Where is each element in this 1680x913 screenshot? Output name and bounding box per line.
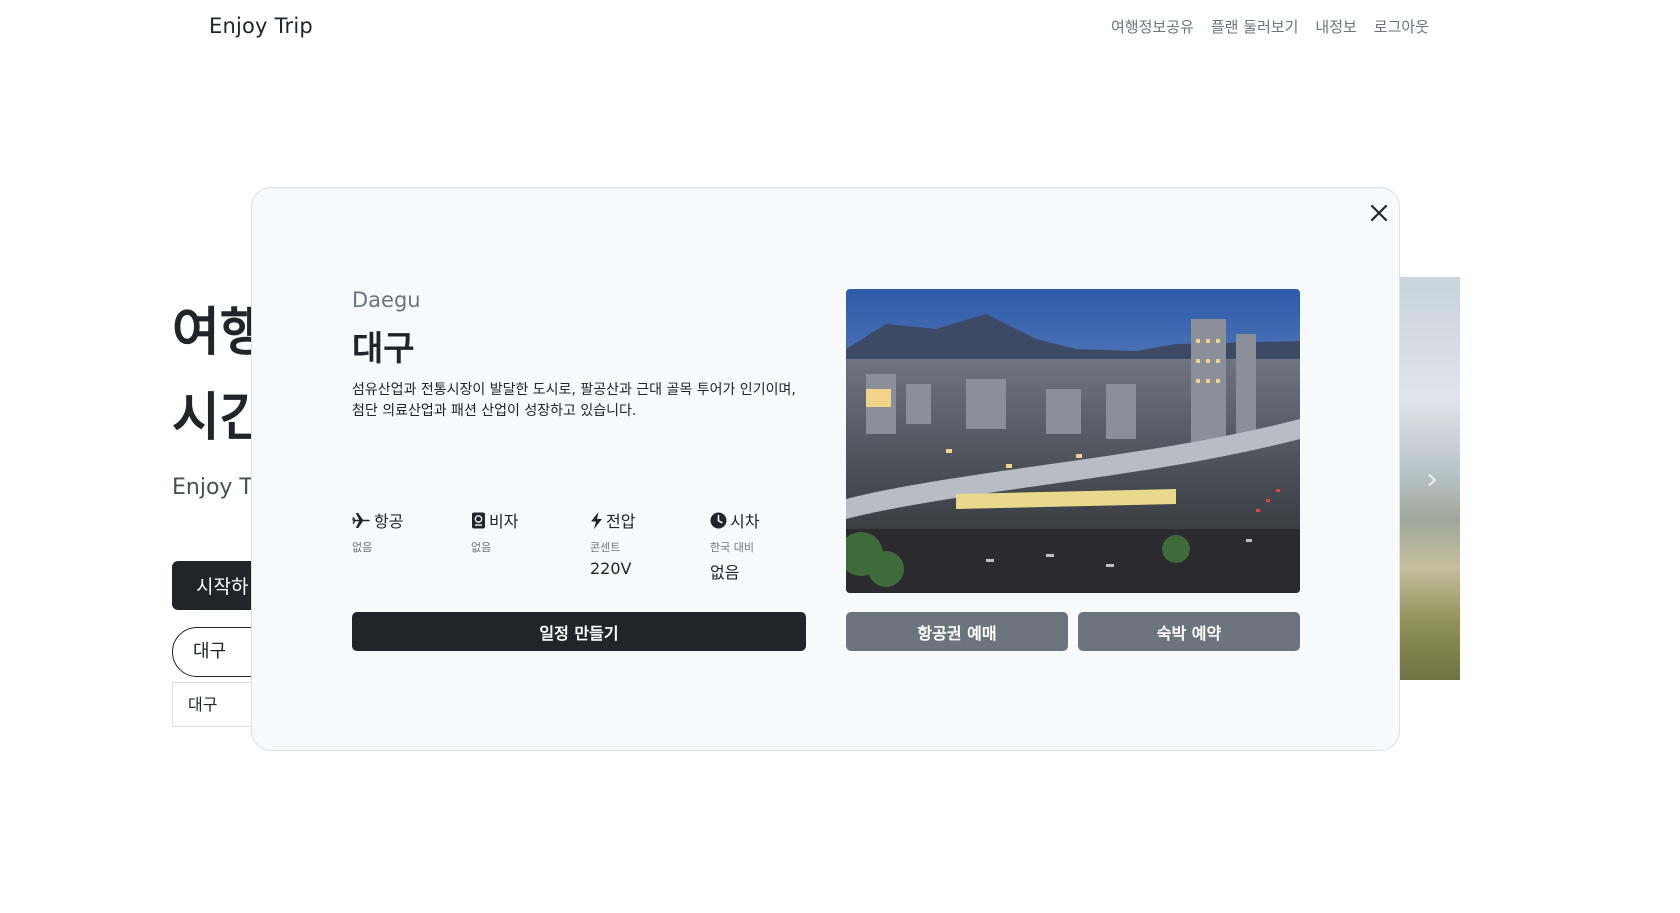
city-name-korean: 대구 <box>352 329 415 369</box>
book-flight-button[interactable]: 항공권 예매 <box>846 612 1068 651</box>
info-voltage-sub: 콘센트 <box>590 541 621 554</box>
nav-item-logout[interactable]: 로그아웃 <box>1374 16 1429 37</box>
info-visa-sub: 없음 <box>471 541 492 554</box>
city-description-line1: 섬유산업과 전통시장이 발달한 도시로, 팔공산과 근대 골목 투어가 인기이며… <box>352 382 796 398</box>
info-timezone-value: 없음 <box>710 563 740 582</box>
city-name-english: Daegu <box>352 288 421 312</box>
info-flight-sub: 없음 <box>352 541 373 554</box>
top-navbar: Enjoy Trip 여행정보공유 플랜 둘러보기 내정보 로그아웃 <box>0 0 1680 56</box>
lightning-icon <box>591 511 602 529</box>
info-visa: 비자 없음 <box>471 509 581 555</box>
nav-item-share[interactable]: 여행정보공유 <box>1111 16 1194 37</box>
create-plan-button[interactable]: 일정 만들기 <box>352 612 806 651</box>
city-description-line2: 첨단 의료산업과 패션 산업이 성장하고 있습니다. <box>352 403 637 419</box>
info-timezone: 시차 한국 대비 없음 <box>710 509 820 583</box>
passport-icon <box>472 512 485 528</box>
info-flight-label: 항공 <box>374 512 404 531</box>
city-description: 섬유산업과 전통시장이 발달한 도시로, 팔공산과 근대 골목 투어가 인기이며… <box>352 380 822 422</box>
clock-icon <box>710 512 727 528</box>
nav-item-my-info[interactable]: 내정보 <box>1315 16 1356 37</box>
city-photo <box>846 289 1300 593</box>
city-detail-modal: Daegu 대구 섬유산업과 전통시장이 발달한 도시로, 팔공산과 근대 골목… <box>251 187 1400 751</box>
nav-menu: 여행정보공유 플랜 둘러보기 내정보 로그아웃 <box>1111 16 1429 37</box>
info-voltage: 전압 콘센트 220V <box>590 509 700 578</box>
close-icon[interactable] <box>1365 199 1393 227</box>
info-timezone-label: 시차 <box>730 512 760 531</box>
info-voltage-label: 전압 <box>606 512 636 531</box>
nav-item-plans[interactable]: 플랜 둘러보기 <box>1211 16 1299 37</box>
book-hotel-button[interactable]: 숙박 예약 <box>1078 612 1300 651</box>
brand-logo[interactable]: Enjoy Trip <box>209 14 313 38</box>
info-timezone-sub: 한국 대비 <box>710 541 754 554</box>
hero-subtitle: Enjoy Tr <box>172 475 259 500</box>
info-visa-label: 비자 <box>489 512 519 531</box>
info-flight: 항공 없음 <box>352 509 462 555</box>
airplane-icon <box>352 512 370 528</box>
info-voltage-value: 220V <box>590 559 632 578</box>
carousel-next-icon[interactable]: › <box>1426 462 1438 497</box>
